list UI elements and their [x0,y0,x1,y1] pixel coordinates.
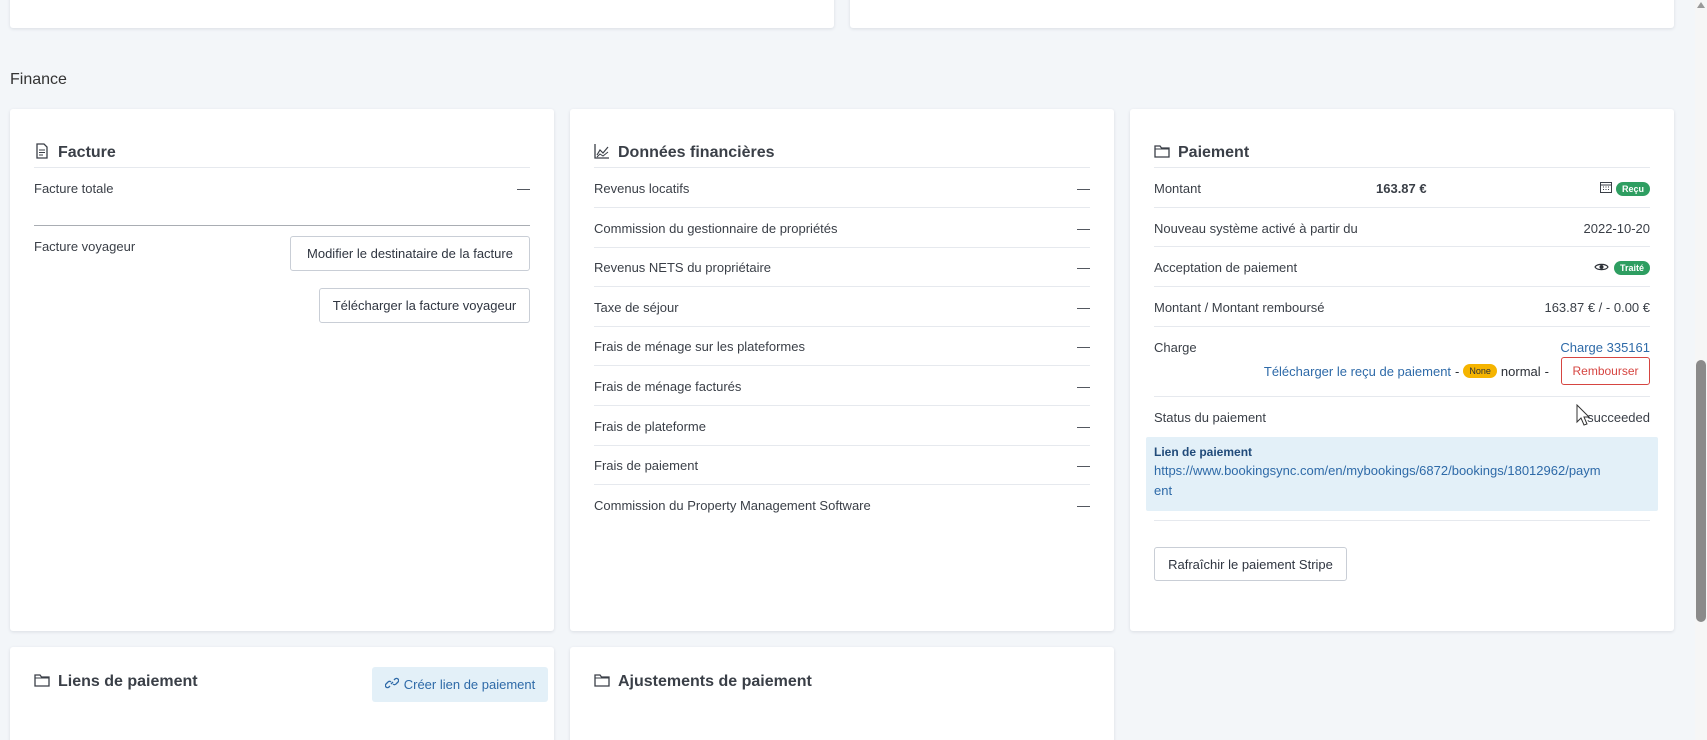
create-link-label: Créer lien de paiement [403,677,536,692]
acceptation-status: Traité [1594,260,1650,275]
dash: - [1544,363,1549,379]
row-label: Commission du gestionnaire de propriétés [594,221,838,236]
row-label: Taxe de séjour [594,300,679,315]
donnees-row: Taxe de séjour — [594,300,1090,315]
row-label: Frais de paiement [594,458,699,473]
payment-link-url-part1: https://www.bookingsync.com/en/mybooking… [1154,463,1601,478]
rembourse-label: Montant / Montant remboursé [1154,300,1325,315]
donnees-header: Données financières [594,142,775,164]
row-value: — [1077,339,1090,354]
refund-button[interactable]: Rembourser [1561,357,1650,385]
row-rembourse: Montant / Montant remboursé 163.87 € / -… [1154,300,1650,315]
ajustements-title: Ajustements de paiement [618,673,812,690]
scroll-up-arrow[interactable] [1697,2,1705,8]
status-label: Status du paiement [1154,410,1267,425]
row-value: — [517,181,530,196]
liens-title: Liens de paiement [58,673,198,690]
row-value: — [1077,379,1090,394]
folder-icon [34,672,50,693]
charge-label: Charge [1154,340,1197,355]
donnees-row: Frais de ménage sur les plateformes — [594,339,1090,354]
row-value: — [1077,181,1090,196]
row-value: — [1077,498,1090,513]
payment-link-url-part2: ent [1154,483,1173,498]
row-label: Revenus NETS du propriétaire [594,260,772,275]
row-value: — [1077,221,1090,236]
rembourse-value: 163.87 € / - 0.00 € [1544,300,1650,315]
row-acceptation: Acceptation de paiement Traité [1154,260,1650,275]
paiement-card: Paiement Montant 163.87 € Reçu Nouveau s… [1130,109,1674,631]
donnees-row: Revenus NETS du propriétaire — [594,260,1090,275]
ajustements-card: Ajustements de paiement [570,647,1114,740]
donnees-title: Données financières [618,144,775,161]
row-value: — [1077,419,1090,434]
paiement-title: Paiement [1178,144,1250,161]
top-card-right [850,0,1674,28]
facture-header: Facture [34,142,116,164]
scroll-thumb[interactable] [1696,360,1706,622]
acceptation-label: Acceptation de paiement [1154,260,1298,275]
row-value: — [1077,458,1090,473]
row-label: Commission du Property Management Softwa… [594,498,871,513]
top-card-left [10,0,834,28]
montant-label: Montant [1154,181,1201,196]
page: Finance Facture Facture totale — Facture… [0,0,1707,740]
recu-badge: Reçu [1615,181,1650,196]
donnees-row: Frais de ménage facturés — [594,379,1090,394]
charge-actions: Télécharger le reçu de paiement - None n… [1264,357,1650,385]
cursor-icon [1576,403,1591,429]
scrollbar[interactable] [1695,0,1707,740]
row-facture-totale: Facture totale — [34,181,530,196]
facture-title: Facture [58,144,116,161]
download-invoice-button[interactable]: Télécharger la facture voyageur [319,288,530,323]
montant-status: Reçu [1599,181,1650,196]
status-value: succeeded [1587,410,1650,425]
dash: - [1455,363,1460,379]
row-charge: Charge Charge 335161 [1154,340,1650,355]
row-montant: Montant 163.87 € Reçu [1154,181,1650,196]
payment-link-box: Lien de paiement https://www.bookingsync… [1146,437,1658,511]
folder-icon [594,672,610,693]
refresh-stripe-button[interactable]: Rafraîchir le paiement Stripe [1154,547,1347,581]
create-payment-link-button[interactable]: Créer lien de paiement [372,667,548,702]
calendar-icon[interactable] [1599,181,1612,196]
liens-header: Liens de paiement [34,671,198,693]
eye-icon[interactable] [1594,260,1609,275]
donnees-row: Revenus locatifs — [594,181,1090,196]
link-icon [384,676,399,693]
row-label: Frais de plateforme [594,419,706,434]
document-icon [34,142,50,164]
donnees-card: Données financières Revenus locatifs — Com… [570,109,1114,631]
folder-icon [1154,143,1170,164]
charge-link[interactable]: Charge 335161 [1560,340,1650,355]
donnees-row: Commission du gestionnaire de propriétés… [594,221,1090,236]
nouveau-label: Nouveau système activé à partir du [1154,221,1358,236]
row-nouveau-systeme: Nouveau système activé à partir du 2022-… [1154,221,1650,236]
paiement-header: Paiement [1154,142,1249,164]
payment-link-url[interactable]: https://www.bookingsync.com/en/mybooking… [1154,461,1650,501]
montant-value: 163.87 € [1376,181,1427,196]
row-value: — [1077,300,1090,315]
modify-recipient-button[interactable]: Modifier le destinataire de la facture [290,236,530,271]
normal-text: normal [1500,363,1541,379]
liens-card: Liens de paiement Créer lien de paiement [10,647,554,740]
row-label: Revenus locatifs [594,181,690,196]
row-label: Frais de ménage sur les plateformes [594,339,805,354]
row-label: Frais de ménage facturés [594,379,742,394]
donnees-row: Frais de plateforme — [594,419,1090,434]
row-value: — [1077,260,1090,275]
chart-area-icon [594,143,610,164]
donnees-row: Frais de paiement — [594,458,1090,473]
facture-card: Facture Facture totale — Facture voyageu… [10,109,554,631]
download-receipt-link[interactable]: Télécharger le reçu de paiement [1264,364,1451,379]
row-label: Facture totale [34,181,114,196]
row-label: Facture voyageur [34,239,136,254]
nouveau-value: 2022-10-20 [1583,221,1651,236]
payment-link-title: Lien de paiement [1154,445,1253,459]
none-badge: None [1463,364,1497,378]
ajustements-header: Ajustements de paiement [594,671,812,693]
donnees-row: Commission du Property Management Softwa… [594,498,1090,513]
traite-badge: Traité [1613,260,1650,275]
section-title: Finance [10,71,67,88]
